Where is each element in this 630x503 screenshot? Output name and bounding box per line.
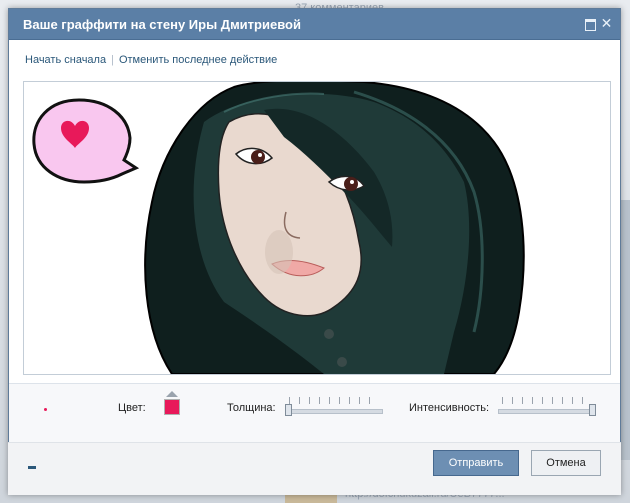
intensity-label: Интенсивность:: [409, 402, 490, 414]
slider-thumb[interactable]: [589, 404, 596, 416]
portrait-drawing: [144, 82, 525, 374]
action-links: Начать сначала | Отменить последнее действ…: [25, 54, 277, 66]
slider-track: [498, 409, 596, 414]
drawing-canvas[interactable]: [23, 81, 611, 375]
graffiti-drawing: [32, 82, 525, 374]
maximize-icon[interactable]: [585, 19, 596, 31]
color-picker-swatch[interactable]: [164, 399, 180, 415]
graffiti-dialog: Ваше граффити на стену Иры Дмитриевой ✕ …: [8, 8, 621, 495]
slider-ticks: [289, 397, 379, 404]
undo-last-link[interactable]: Отменить последнее действие: [119, 54, 277, 66]
color-label: Цвет:: [118, 402, 146, 414]
intensity-slider[interactable]: [498, 397, 596, 417]
link-separator: |: [111, 54, 114, 66]
start-over-link[interactable]: Начать сначала: [25, 54, 106, 66]
send-button[interactable]: Отправить: [433, 450, 519, 476]
slider-ticks: [502, 397, 592, 404]
brush-preview-dot: [44, 408, 47, 411]
cancel-button[interactable]: Отмена: [531, 450, 601, 476]
heart-bubble-drawing: [32, 98, 140, 184]
dialog-title: Ваше граффити на стену Иры Дмитриевой: [23, 17, 301, 32]
slider-thumb[interactable]: [285, 404, 292, 416]
thickness-slider[interactable]: [285, 397, 383, 417]
thickness-label: Толщина:: [227, 402, 276, 414]
color-picker-arrow-icon[interactable]: [166, 391, 178, 397]
slider-track: [285, 409, 383, 414]
close-icon[interactable]: ✕: [600, 16, 613, 30]
dialog-titlebar: Ваше граффити на стену Иры Дмитриевой ✕: [9, 9, 620, 40]
minimize-icon[interactable]: [28, 466, 36, 469]
dialog-footer: [8, 442, 621, 495]
